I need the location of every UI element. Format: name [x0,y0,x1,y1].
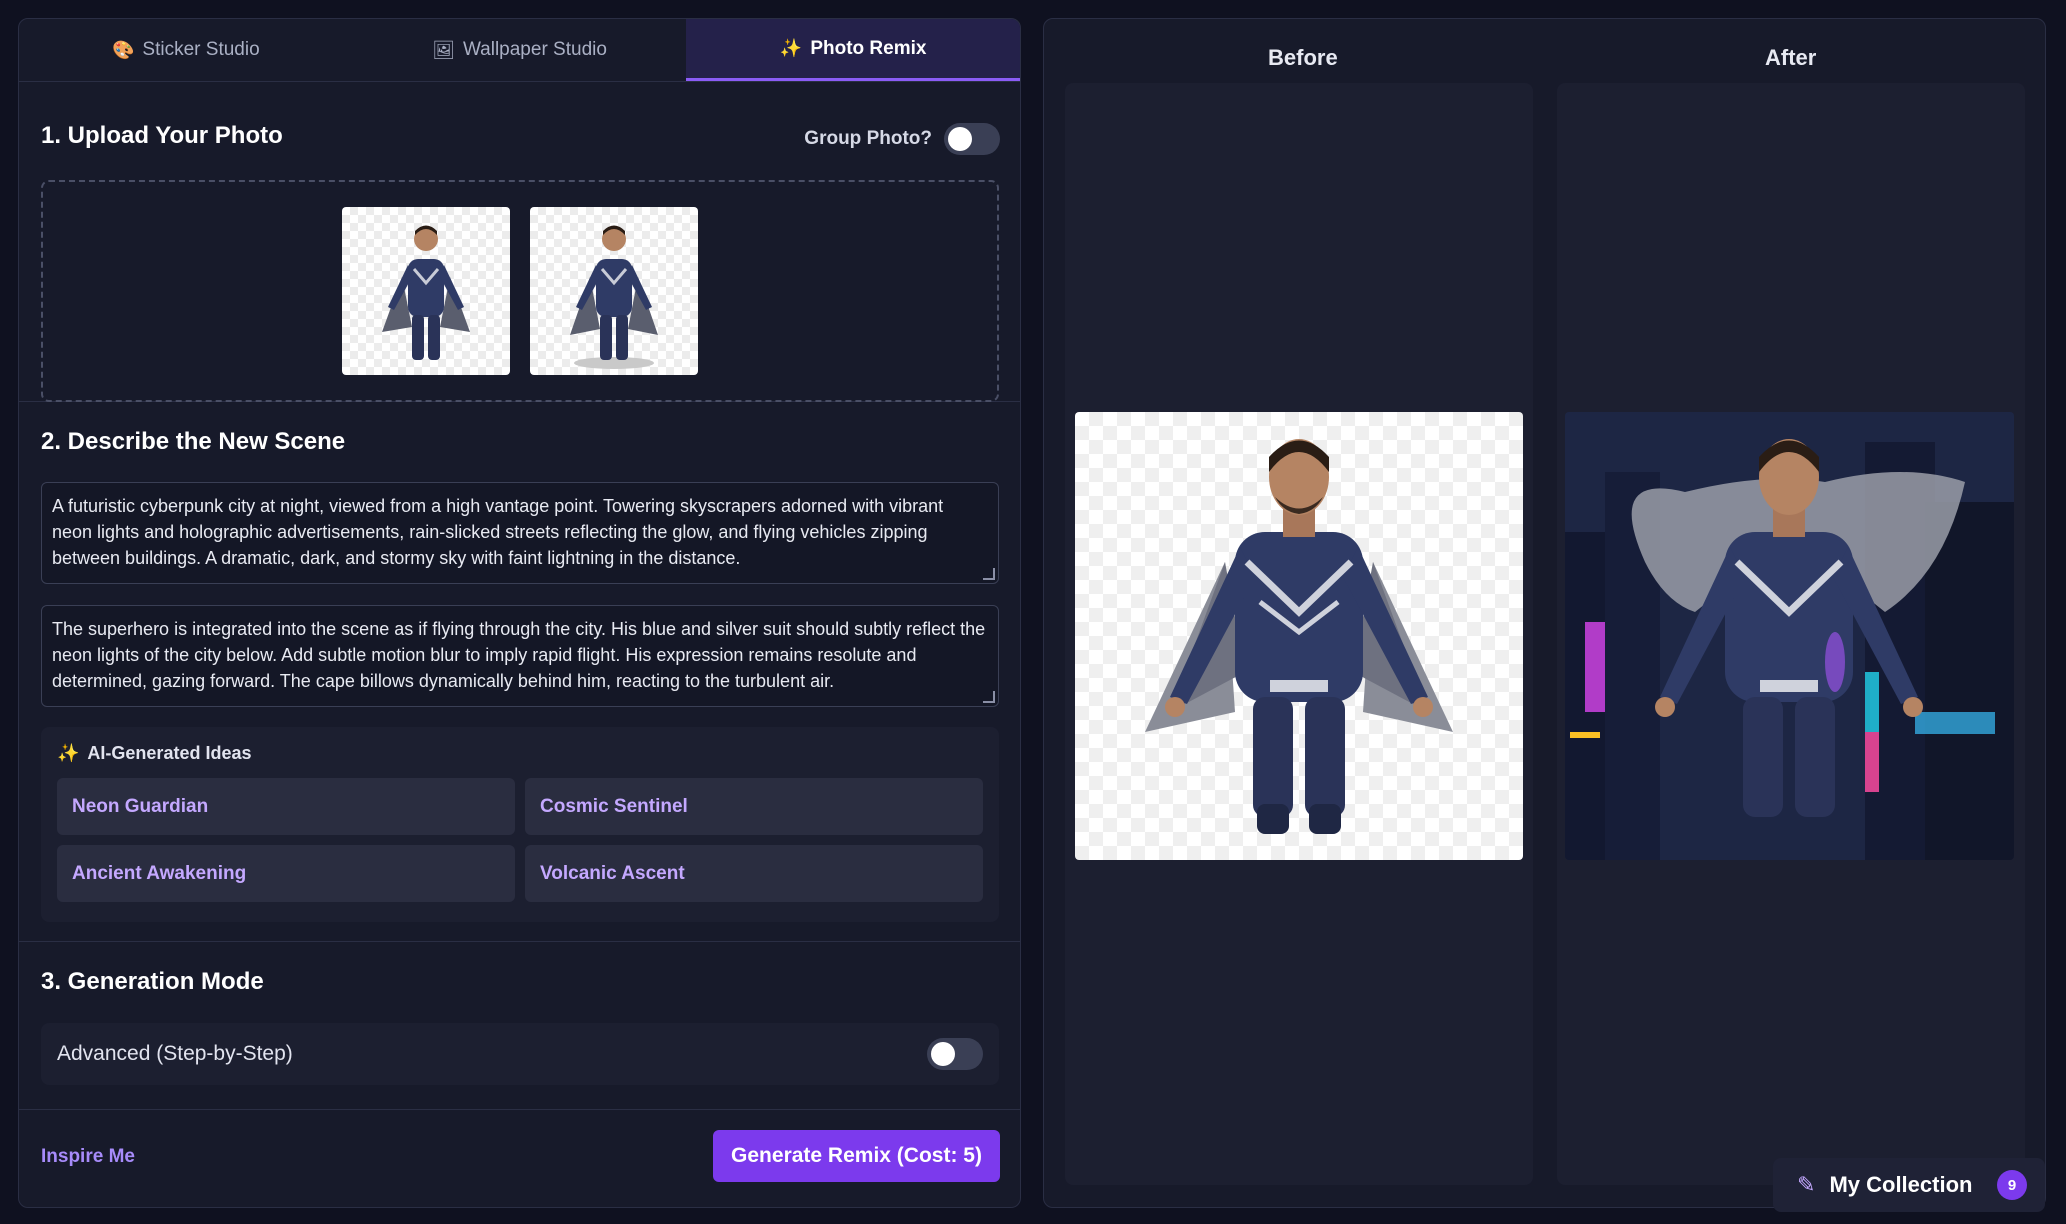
generation-mode-section: 3. Generation Mode Advanced (Step-by-Ste… [19,942,1020,1110]
cyberpunk-city-scene [1565,412,2014,860]
remix-panel: 🎨 Sticker Studio 🖼 Wallpaper Studio ✨ Ph… [18,18,1021,1208]
sparkles-icon: ✨ [779,38,803,58]
inspire-me-link[interactable]: Inspire Me [41,1146,135,1168]
advanced-mode-label: Advanced (Step-by-Step) [57,1042,293,1065]
idea-button-ancient-awakening[interactable]: Ancient Awakening [57,845,515,902]
upload-title: 1. Upload Your Photo [41,122,283,149]
group-photo-label: Group Photo? [804,128,932,149]
ai-ideas-title: AI-Generated Ideas [87,743,252,763]
tab-label: Sticker Studio [142,39,260,60]
subject-description-input[interactable]: The superhero is integrated into the sce… [41,605,999,707]
picture-icon: 🖼 [432,39,455,60]
ai-ideas-grid: Neon Guardian Cosmic Sentinel Ancient Aw… [57,778,983,902]
superhero-figure [1145,439,1453,834]
tab-wallpaper-studio[interactable]: 🖼 Wallpaper Studio [353,19,687,81]
describe-title: 2. Describe the New Scene [41,428,346,455]
collection-count-badge: 9 [1997,1170,2027,1200]
before-label: Before [1268,45,1338,70]
uploaded-photo-thumbnail[interactable] [342,207,510,375]
tab-label: Wallpaper Studio [462,39,607,60]
idea-button-neon-guardian[interactable]: Neon Guardian [57,778,515,835]
pencil-icon: ✎ [1797,1172,1816,1197]
generate-remix-button[interactable]: Generate Remix (Cost: 5) [713,1130,1000,1182]
my-collection-button[interactable]: ✎ My Collection 9 [1773,1158,2045,1212]
upload-section: 1. Upload Your Photo Group Photo? [19,82,1020,402]
after-label: After [1765,45,1817,70]
superhero-figure [382,225,470,360]
sparkles-icon: ✨ [57,743,80,763]
describe-section: 2. Describe the New Scene A futuristic c… [19,402,1020,942]
idea-button-cosmic-sentinel[interactable]: Cosmic Sentinel [525,778,983,835]
photo-dropzone[interactable] [41,180,999,402]
advanced-mode-row: Advanced (Step-by-Step) [41,1023,999,1085]
tab-photo-remix[interactable]: ✨ Photo Remix [686,19,1020,81]
tab-sticker-studio[interactable]: 🎨 Sticker Studio [19,19,353,81]
ai-ideas-header: ✨ AI-Generated Ideas [57,743,983,764]
studio-tabs: 🎨 Sticker Studio 🖼 Wallpaper Studio ✨ Ph… [19,19,1020,82]
group-photo-toggle[interactable] [944,123,1000,155]
superhero-figure [570,225,658,369]
before-image [1075,412,1523,860]
ai-ideas-box: ✨ AI-Generated Ideas Neon Guardian Cosmi… [41,727,999,922]
uploaded-photo-thumbnail[interactable] [530,207,698,375]
idea-button-volcanic-ascent[interactable]: Volcanic Ascent [525,845,983,902]
group-photo-control: Group Photo? [804,123,1000,155]
advanced-mode-toggle[interactable] [927,1038,983,1070]
panel-footer: Inspire Me Generate Remix (Cost: 5) [19,1110,1020,1200]
tab-label: Photo Remix [810,37,927,59]
after-image [1565,412,2014,860]
palette-icon: 🎨 [112,39,135,60]
my-collection-label: My Collection [1829,1172,1973,1197]
scene-description-input[interactable]: A futuristic cyberpunk city at night, vi… [41,482,999,584]
generation-mode-title: 3. Generation Mode [41,968,264,995]
